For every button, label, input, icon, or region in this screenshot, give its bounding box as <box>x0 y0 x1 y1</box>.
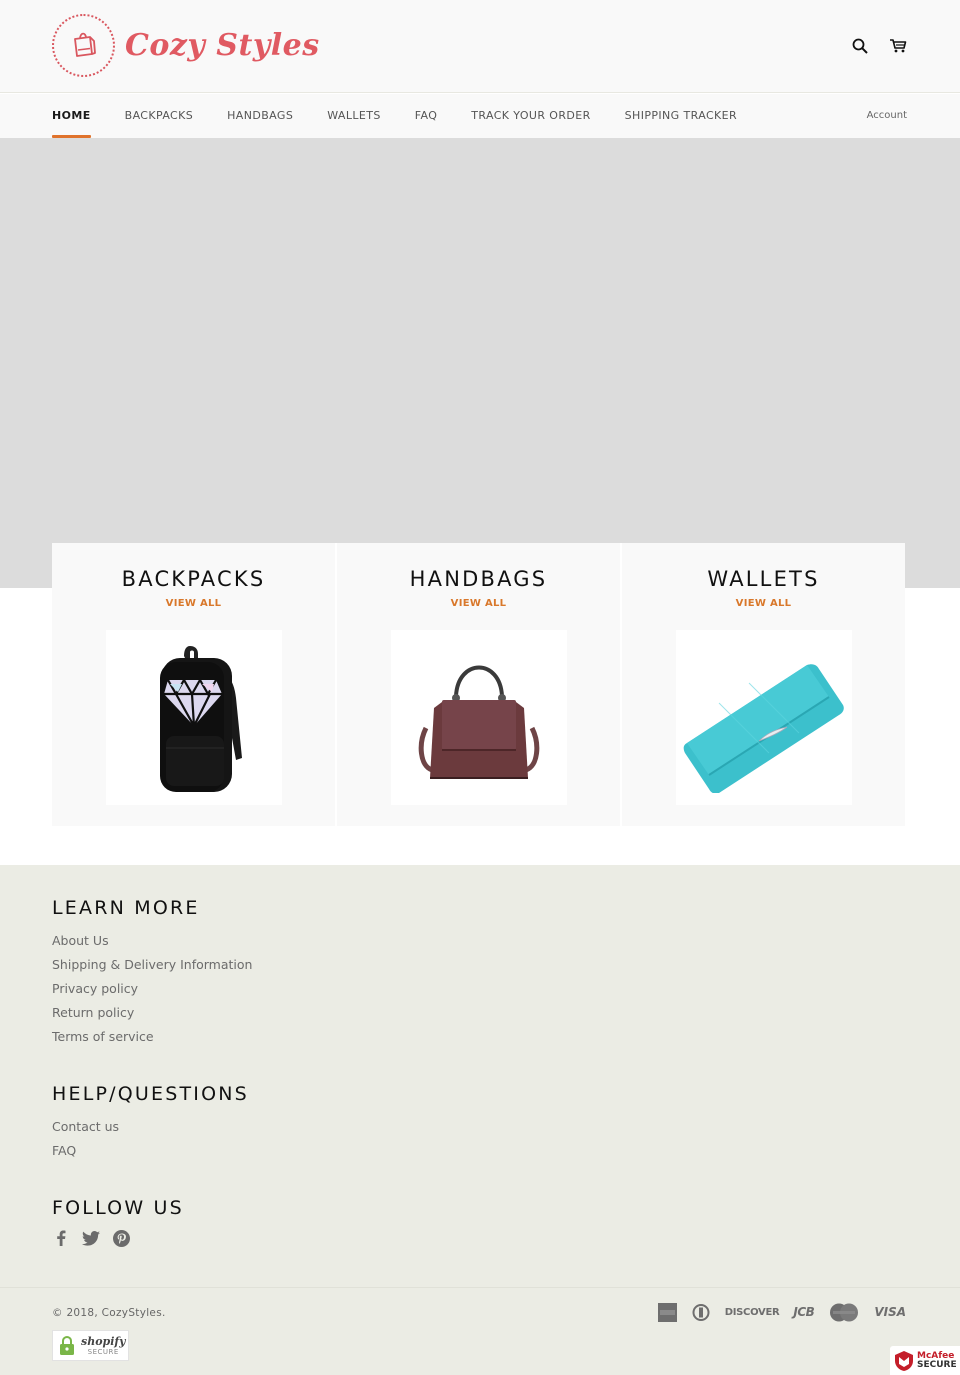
nav-item-faq[interactable]: FAQ <box>415 94 438 138</box>
twitter-icon[interactable] <box>82 1229 100 1247</box>
view-all-link[interactable]: VIEW ALL <box>451 598 507 609</box>
footer-link-terms-of-service[interactable]: Terms of service <box>52 1025 252 1049</box>
footer-link-faq[interactable]: FAQ <box>52 1139 249 1163</box>
footer-divider <box>0 1287 960 1288</box>
collection-wallets[interactable]: WALLETS VIEW ALL <box>620 543 905 826</box>
shopify-secure-label: SECURE <box>87 1347 119 1356</box>
copyright: © 2018, CozyStyles. <box>52 1307 166 1319</box>
collection-title: WALLETS <box>707 567 820 591</box>
footer-heading: FOLLOW US <box>52 1197 184 1219</box>
nav-list: HOME BACKPACKS HANDBAGS WALLETS FAQ TRAC… <box>52 94 771 138</box>
mastercard-icon <box>828 1302 860 1322</box>
nav-item-shipping-tracker[interactable]: SHIPPING TRACKER <box>625 94 737 138</box>
collection-backpacks[interactable]: BACKPACKS VIEW ALL <box>52 543 335 826</box>
logo-link[interactable]: Cozy Styles <box>52 14 320 77</box>
jcb-icon: JCB <box>793 1305 815 1319</box>
pinterest-icon[interactable] <box>112 1229 130 1247</box>
payment-icons: DISCOVER JCB VISA <box>657 1302 906 1322</box>
footer-heading: HELP/QUESTIONS <box>52 1083 249 1105</box>
nav-item-handbags[interactable]: HANDBAGS <box>227 94 293 138</box>
site-footer: LEARN MORE About Us Shipping & Delivery … <box>0 865 960 1375</box>
backpack-image[interactable] <box>105 630 282 805</box>
social-links <box>52 1229 184 1247</box>
facebook-icon[interactable] <box>52 1229 70 1247</box>
footer-link-privacy-policy[interactable]: Privacy policy <box>52 977 252 1001</box>
wallet-image[interactable] <box>675 630 852 805</box>
main-nav: HOME BACKPACKS HANDBAGS WALLETS FAQ TRAC… <box>0 94 960 138</box>
footer-link-return-policy[interactable]: Return policy <box>52 1001 252 1025</box>
footer-help: HELP/QUESTIONS Contact us FAQ <box>52 1083 249 1163</box>
account-link[interactable]: Account <box>867 94 907 138</box>
footer-link-shipping-delivery[interactable]: Shipping & Delivery Information <box>52 953 252 977</box>
shopify-brand: shopify <box>81 1334 126 1348</box>
nav-item-wallets[interactable]: WALLETS <box>327 94 381 138</box>
view-all-link[interactable]: VIEW ALL <box>736 598 792 609</box>
shopify-secure-badge[interactable]: shopify SECURE <box>52 1330 129 1361</box>
shopify-secure-text: shopify SECURE <box>81 1336 126 1356</box>
american-express-icon <box>657 1302 677 1322</box>
footer-follow: FOLLOW US <box>52 1197 184 1247</box>
footer-link-about-us[interactable]: About Us <box>52 929 252 953</box>
nav-item-home[interactable]: HOME <box>52 94 91 138</box>
diners-club-icon <box>691 1302 711 1322</box>
view-all-link[interactable]: VIEW ALL <box>166 598 222 609</box>
header-icons <box>850 36 908 56</box>
mcafee-text: McAfee SECURE <box>917 1351 957 1370</box>
lock-icon <box>59 1335 75 1356</box>
discover-icon: DISCOVER <box>724 1306 780 1318</box>
handbag-image[interactable] <box>390 630 567 805</box>
search-icon[interactable] <box>850 36 870 56</box>
hero-banner <box>0 138 960 588</box>
visa-icon: VISA <box>874 1305 906 1319</box>
collection-grid: BACKPACKS VIEW ALL HANDBAGS VIEW ALL WAL… <box>52 543 905 826</box>
mcafee-label: SECURE <box>917 1359 957 1370</box>
mcafee-secure-badge[interactable]: McAfee SECURE <box>890 1346 960 1375</box>
nav-item-backpacks[interactable]: BACKPACKS <box>125 94 194 138</box>
collection-title: BACKPACKS <box>121 567 266 591</box>
site-header: Cozy Styles <box>0 0 960 93</box>
collection-title: HANDBAGS <box>409 567 548 591</box>
footer-heading: LEARN MORE <box>52 897 200 919</box>
footer-link-contact-us[interactable]: Contact us <box>52 1115 249 1139</box>
collection-handbags[interactable]: HANDBAGS VIEW ALL <box>335 543 620 826</box>
mcafee-shield-icon <box>894 1350 914 1372</box>
logo-text: Cozy Styles <box>125 28 320 63</box>
cart-icon[interactable] <box>888 36 908 56</box>
nav-item-track-your-order[interactable]: TRACK YOUR ORDER <box>471 94 590 138</box>
logo-badge <box>52 14 115 77</box>
footer-learn-more: LEARN MORE About Us Shipping & Delivery … <box>52 897 252 1049</box>
shopping-bag-icon <box>70 29 98 63</box>
